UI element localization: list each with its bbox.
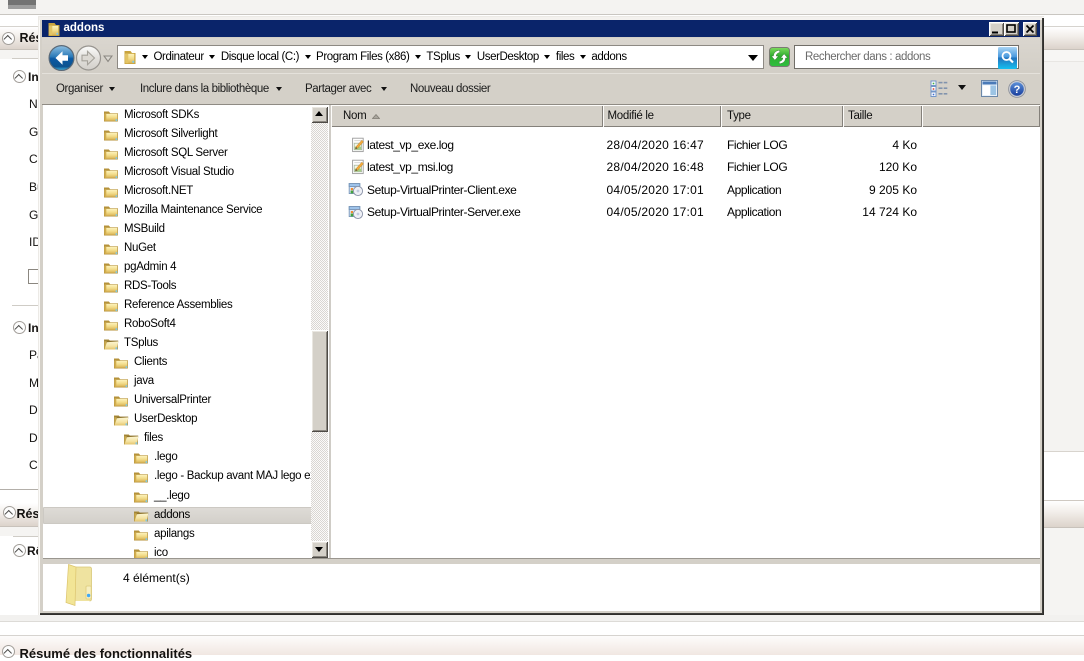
svg-text:?: ? [1014,84,1021,96]
